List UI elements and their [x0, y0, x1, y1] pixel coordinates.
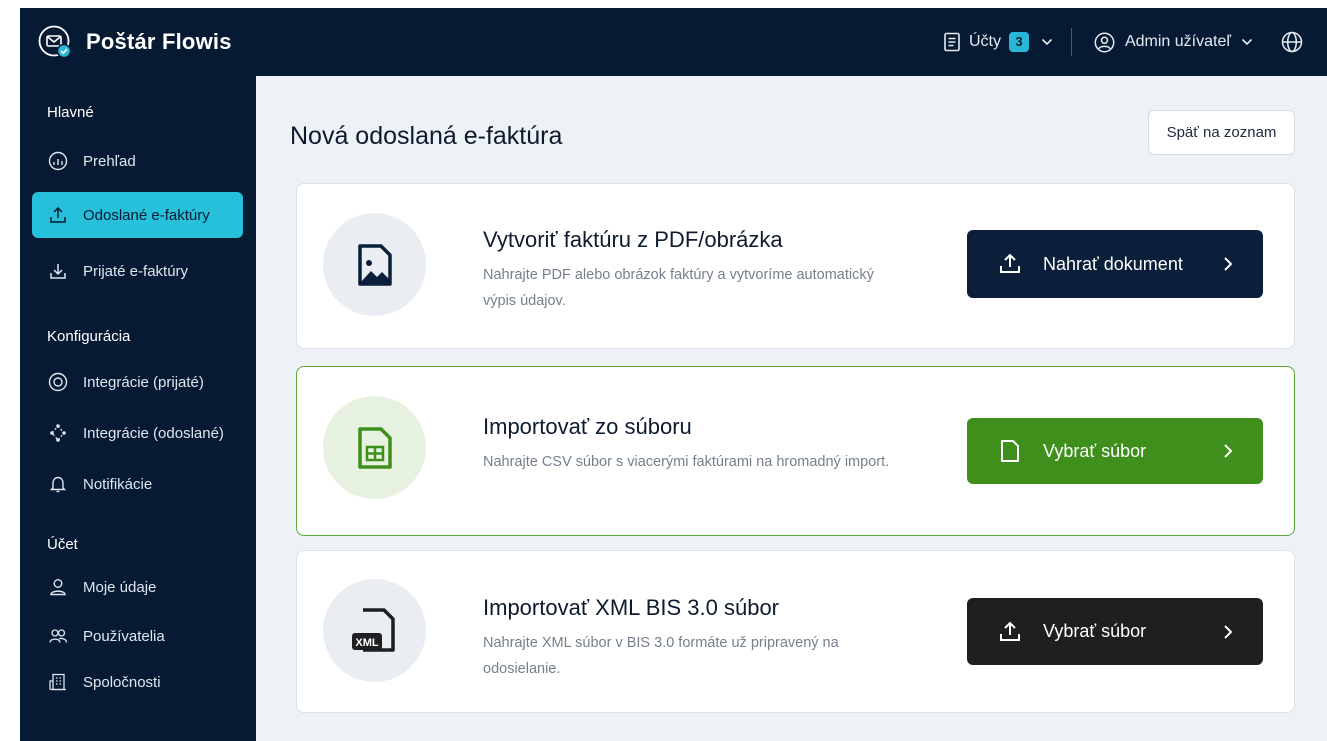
sidebar-item-companies[interactable]: Spoločnosti: [32, 659, 243, 705]
user-circle-icon: [1094, 32, 1115, 53]
user-icon: [47, 576, 69, 598]
upload-icon: [47, 204, 69, 226]
card-title: Importovať XML BIS 3.0 súbor: [483, 595, 780, 620]
upload-document-button[interactable]: Nahrať dokument: [967, 230, 1263, 298]
accounts-count-badge: 3: [1008, 32, 1029, 52]
sidebar-item-overview[interactable]: Prehľad: [32, 138, 243, 184]
page-title: Nová odoslaná e-faktúra: [290, 122, 563, 150]
sidebar-section-main: Hlavné: [47, 104, 94, 121]
accounts-label: Účty: [968, 33, 1001, 50]
sidebar-item-received-invoices[interactable]: Prijaté e-faktúry: [32, 248, 243, 294]
sidebar-item-label: Notifikácie: [83, 475, 153, 493]
chevron-right-icon: [1223, 624, 1233, 640]
sidebar-item-label: Spoločnosti: [83, 673, 161, 691]
integration-icon: [47, 371, 69, 393]
sidebar-section-config: Konfigurácia: [47, 328, 131, 345]
sidebar-item-label: Prijaté e-faktúry: [83, 262, 189, 280]
card-title: Importovať zo súboru: [483, 414, 692, 439]
mail-logo-icon: [38, 25, 72, 59]
sidebar-item-users[interactable]: Používatelia: [32, 613, 243, 659]
card-icon-circle: [323, 396, 426, 499]
sidebar-section-account: Účet: [47, 536, 78, 553]
sidebar-item-integrations-received[interactable]: Integrácie (prijaté): [32, 359, 243, 405]
user-label: Admin užívateľ: [1124, 33, 1231, 50]
back-to-list-button[interactable]: Späť na zoznam: [1148, 110, 1295, 155]
sidebar-item-label: Odoslané e-faktúry: [83, 206, 210, 224]
chevron-down-icon: [1241, 38, 1253, 46]
spreadsheet-file-icon: [357, 426, 393, 470]
user-menu[interactable]: Admin užívateľ: [1094, 32, 1253, 53]
brand[interactable]: Poštár Flowis: [38, 25, 232, 59]
xml-icon-text: XML: [355, 637, 379, 649]
chevron-right-icon: [1223, 256, 1233, 272]
chevron-down-icon: [1041, 38, 1053, 46]
upload-icon: [997, 251, 1023, 277]
image-file-icon: [357, 243, 393, 287]
button-label: Vybrať súbor: [1043, 440, 1147, 461]
card-create-from-pdf: Vytvoriť faktúru z PDF/obrázka Nahrajte …: [296, 183, 1295, 349]
xml-file-icon: XML: [349, 607, 401, 655]
sidebar-item-label: Používatelia: [83, 627, 165, 645]
button-label: Vybrať súbor: [1043, 621, 1147, 641]
sidebar-item-label: Integrácie (prijaté): [83, 373, 204, 391]
top-bar: Poštár Flowis Účty 3 Admin užívateľ: [20, 8, 1327, 76]
card-icon-circle: [323, 213, 426, 316]
dashboard-icon: [47, 150, 69, 172]
app-frame: Poštár Flowis Účty 3 Admin užívateľ Hlav…: [20, 8, 1327, 741]
card-title: Vytvoriť faktúru z PDF/obrázka: [483, 227, 783, 252]
card-import-from-file: Importovať zo súboru Nahrajte CSV súbor …: [296, 366, 1295, 536]
sidebar-item-label: Integrácie (odoslané): [83, 424, 224, 442]
globe-icon[interactable]: [1281, 31, 1303, 53]
building-icon: [47, 671, 69, 693]
sidebar-item-label: Prehľad: [83, 152, 136, 170]
users-icon: [47, 625, 69, 647]
main-content: Nová odoslaná e-faktúra Späť na zoznam V…: [256, 76, 1327, 741]
sidebar: Hlavné Prehľad Odoslané e-faktúry Prijat…: [20, 76, 256, 741]
card-import-xml: XML Importovať XML BIS 3.0 súbor Nahrajt…: [296, 550, 1295, 713]
upload-icon: [997, 619, 1023, 645]
topbar-divider: [1070, 28, 1072, 56]
button-label: Nahrať dokument: [1043, 253, 1183, 274]
card-icon-circle: XML: [323, 579, 426, 682]
sidebar-item-notifications[interactable]: Notifikácie: [32, 461, 243, 507]
select-csv-file-button[interactable]: Vybrať súbor: [967, 418, 1263, 484]
bell-icon: [47, 473, 69, 495]
card-description: Nahrajte PDF alebo obrázok faktúry a vyt…: [483, 267, 874, 309]
sidebar-item-sent-invoices[interactable]: Odoslané e-faktúry: [32, 192, 243, 238]
sidebar-item-label: Moje údaje: [83, 578, 157, 596]
sidebar-item-integrations-sent[interactable]: Integrácie (odoslané): [32, 410, 243, 456]
download-icon: [47, 260, 69, 282]
accounts-menu[interactable]: Účty 3: [943, 32, 1053, 52]
card-description: Nahrajte XML súbor v BIS 3.0 formáte už …: [483, 635, 839, 677]
document-list-icon: [943, 32, 961, 52]
sidebar-item-my-data[interactable]: Moje údaje: [32, 564, 243, 610]
card-description: Nahrajte CSV súbor s viacerými faktúrami…: [483, 454, 890, 470]
brand-name: Poštár Flowis: [86, 29, 232, 54]
top-right-controls: Účty 3 Admin užívateľ: [943, 8, 1327, 76]
chevron-right-icon: [1223, 443, 1233, 459]
select-xml-file-button[interactable]: Vybrať súbor: [967, 598, 1263, 665]
file-icon: [997, 438, 1023, 464]
network-icon: [47, 422, 69, 444]
